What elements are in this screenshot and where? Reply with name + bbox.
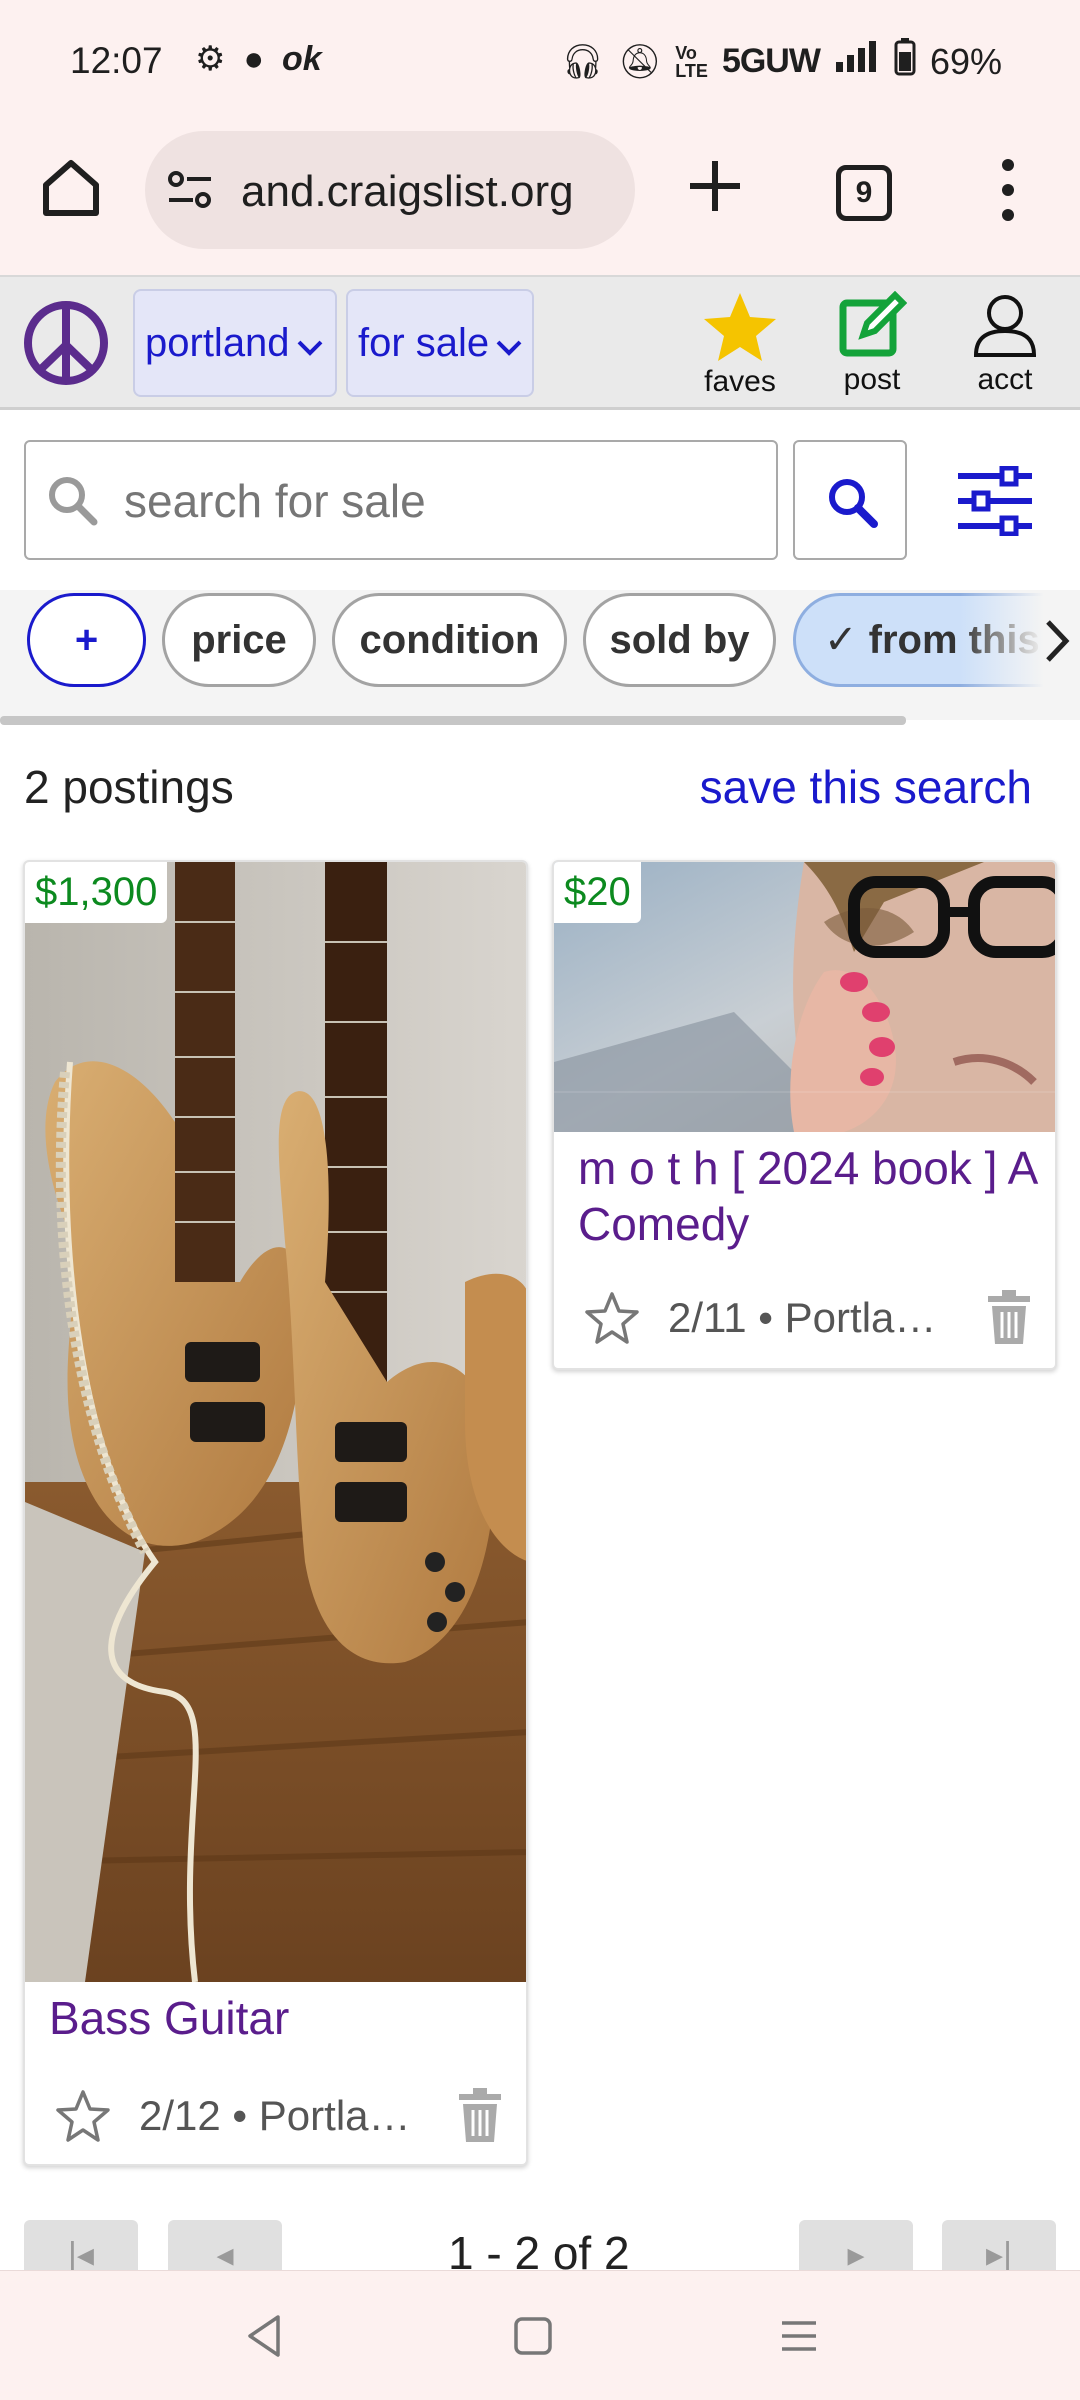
search-field[interactable] <box>24 440 778 560</box>
chevron-down-icon <box>495 293 523 397</box>
chip-scrollbar <box>0 716 906 725</box>
posting-meta: 2/11 • Portla… <box>584 1284 1034 1354</box>
status-time: 12:07 <box>70 40 163 81</box>
chevron-right-icon[interactable] <box>1040 616 1074 666</box>
edit-icon <box>839 291 907 357</box>
posting-price: $20 <box>554 862 641 923</box>
more-vert-icon[interactable] <box>990 155 1026 225</box>
volte-icon: Vo LTE <box>675 42 708 81</box>
posting-date-location: 2/11 • Portla… <box>668 1294 937 1341</box>
pagination: |◂ ◂ 1 - 2 of 2 ▸ ▸| <box>0 2218 1080 2270</box>
ok-app-icon: ok <box>282 40 322 78</box>
next-page-button[interactable]: ▸ <box>799 2220 913 2270</box>
posting-image[interactable]: $20 <box>554 862 1055 1132</box>
posting-card[interactable]: $1,300 Bass Guitar 2/12 • Portla… <box>23 860 528 2166</box>
category-label: for sale <box>358 321 490 365</box>
faves-button[interactable]: faves <box>685 291 795 399</box>
sliders-icon[interactable] <box>956 465 1034 537</box>
status-bar: 12:07 ⚙ ● ok 🎧︎ 🔕︎ Vo LTE 5GUW 69% <box>0 0 1080 125</box>
app-notification-icon: ● <box>243 40 265 78</box>
first-page-button[interactable]: |◂ <box>24 2220 138 2270</box>
search-submit-button[interactable] <box>793 440 907 560</box>
system-navigation-bar <box>0 2270 1080 2400</box>
back-icon[interactable] <box>240 2311 290 2361</box>
battery-icon <box>894 38 916 85</box>
posting-title-link[interactable]: Bass Guitar <box>49 1990 509 2046</box>
sold-by-filter-chip[interactable]: sold by <box>583 593 776 687</box>
status-system-icons: 🎧︎ 🔕︎ Vo LTE 5GUW 69% <box>561 38 1002 85</box>
category-dropdown[interactable]: for sale <box>346 289 534 397</box>
last-page-button[interactable]: ▸| <box>942 2220 1056 2270</box>
account-button[interactable]: acct <box>950 291 1060 397</box>
search-bar <box>0 410 1080 590</box>
battery-percent: 69% <box>929 40 1002 82</box>
posting-meta: 2/12 • Portla… <box>55 2082 505 2152</box>
posting-price: $1,300 <box>25 862 168 923</box>
posting-title-link[interactable]: m o t h [ 2024 book ] A Comedy <box>578 1140 1038 1252</box>
posting-card[interactable]: $20 m o t h [ 2024 book ] A Comedy 2/11 … <box>552 860 1057 1370</box>
tune-icon[interactable] <box>167 169 213 211</box>
acct-label: acct <box>977 363 1033 396</box>
peace-icon[interactable] <box>22 299 110 387</box>
post-button[interactable]: post <box>817 291 927 397</box>
plus-icon[interactable] <box>684 155 746 217</box>
home-square-icon[interactable] <box>508 2311 558 2361</box>
faves-label: faves <box>704 365 776 398</box>
page-range-label: 1 - 2 of 2 <box>448 2227 630 2270</box>
browser-toolbar: and.craigslist.org 9 <box>0 125 1080 275</box>
chevron-down-icon <box>296 293 324 397</box>
tab-switcher-button[interactable]: 9 <box>836 165 892 221</box>
home-icon[interactable] <box>38 155 104 221</box>
add-filter-chip[interactable]: + <box>27 593 146 687</box>
condition-filter-chip[interactable]: condition <box>332 593 567 687</box>
posting-image[interactable]: $1,300 <box>25 862 526 1982</box>
search-input[interactable] <box>124 466 744 536</box>
url-text: and.craigslist.org <box>241 167 574 216</box>
settings-gear-icon: ⚙ <box>195 40 226 78</box>
star-icon <box>704 293 776 361</box>
trash-icon[interactable] <box>986 1290 1032 1346</box>
star-outline-icon[interactable] <box>55 2088 111 2144</box>
search-icon <box>46 474 98 526</box>
price-filter-chip[interactable]: price <box>162 593 316 687</box>
address-bar[interactable]: and.craigslist.org <box>145 131 635 249</box>
person-icon <box>973 295 1037 357</box>
signal-icon <box>834 40 880 83</box>
site-header: portland for sale faves post acct <box>0 275 1080 410</box>
city-dropdown[interactable]: portland <box>133 289 337 397</box>
star-outline-icon[interactable] <box>584 1290 640 1346</box>
results-count: 2 postings <box>24 761 234 813</box>
trash-icon[interactable] <box>457 2088 503 2144</box>
posting-date-location: 2/12 • Portla… <box>139 2092 411 2139</box>
save-search-link[interactable]: save this search <box>700 760 1032 814</box>
mute-icon: 🔕︎ <box>618 42 662 81</box>
network-type: 5GUW <box>721 42 821 80</box>
filter-chips: + price condition sold by ✓ from this <box>0 590 1080 720</box>
post-label: post <box>843 363 901 396</box>
city-label: portland <box>145 321 290 365</box>
recents-menu-icon[interactable] <box>774 2311 824 2361</box>
headphones-icon: 🎧︎ <box>560 42 605 81</box>
status-notification-icons: ⚙ ● ok <box>195 42 322 76</box>
search-icon <box>829 479 878 528</box>
prev-page-button[interactable]: ◂ <box>168 2220 282 2270</box>
